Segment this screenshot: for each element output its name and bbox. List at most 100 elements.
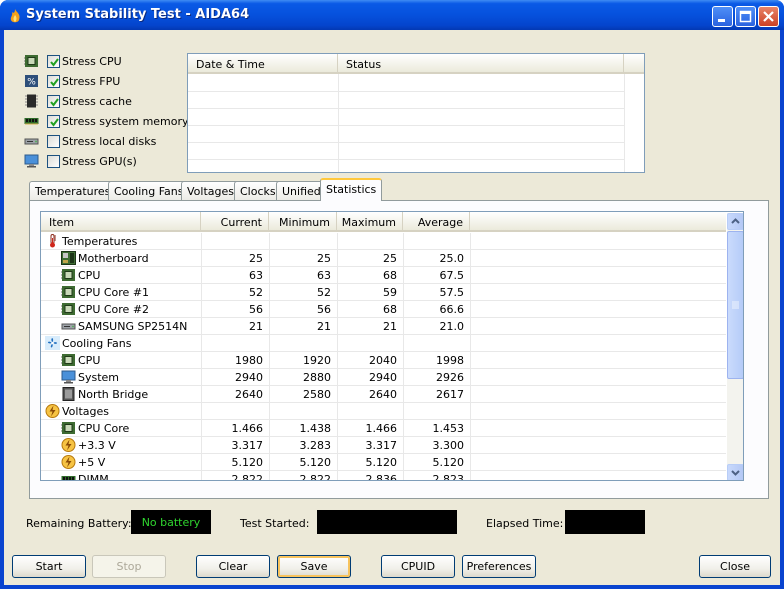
table-row[interactable]: North Bridge 2640 2580 2640 2617 [41, 386, 726, 403]
maximum-value: 21 [383, 320, 397, 333]
table-row[interactable]: +5 V 5.120 5.120 5.120 5.120 [41, 454, 726, 471]
average-value: 67.5 [439, 269, 465, 282]
clear-button[interactable]: Clear [196, 555, 270, 578]
table-row[interactable]: DIMM 2.822 2.822 2.836 2.823 [41, 471, 726, 481]
item-label: CPU Core #1 [78, 286, 150, 299]
elapsed-time-label: Elapsed Time: [486, 517, 564, 530]
scroll-down-button[interactable] [727, 464, 743, 480]
average-value: 2926 [436, 371, 464, 384]
minimize-button[interactable] [712, 6, 733, 27]
current-value: 56 [249, 303, 263, 316]
current-value: 1980 [235, 354, 263, 367]
cpu-chip-icon [61, 421, 76, 435]
app-window: System Stability Test - AIDA64 Stress CP… [0, 0, 784, 589]
cpu-chip-icon [61, 268, 76, 282]
start-button[interactable]: Start [12, 555, 86, 578]
stress-local-disks-checkbox[interactable] [47, 135, 60, 148]
item-label: +5 V [78, 456, 106, 469]
item-label: CPU [78, 354, 101, 367]
column-average[interactable]: Average [403, 212, 470, 231]
stress-cpu-checkbox[interactable] [47, 55, 60, 68]
voltage-icon [61, 438, 76, 452]
close-button[interactable]: Close [699, 555, 771, 578]
stress-cache-checkbox[interactable] [47, 95, 60, 108]
tab-cooling-fans[interactable]: Cooling Fans [108, 181, 190, 200]
column-maximum[interactable]: Maximum [337, 212, 403, 231]
current-value: 25 [249, 252, 263, 265]
average-value: 57.5 [439, 286, 465, 299]
cpu-chip-icon [61, 302, 76, 316]
minimize-icon [718, 19, 725, 22]
minimum-value: 52 [317, 286, 331, 299]
table-row[interactable]: System 2940 2880 2940 2926 [41, 369, 726, 386]
item-label: SAMSUNG SP2514N [78, 320, 188, 333]
disk-drive-icon [24, 134, 39, 148]
table-row[interactable]: CPU 63 63 68 67.5 [41, 267, 726, 284]
tab-statistics[interactable]: Statistics [320, 178, 383, 201]
tab-voltages[interactable]: Voltages [181, 181, 240, 200]
item-label: CPU Core #2 [78, 303, 150, 316]
current-value: 2940 [235, 371, 263, 384]
group-row[interactable]: Cooling Fans [41, 335, 726, 352]
column-minimum[interactable]: Minimum [269, 212, 337, 231]
average-value: 5.120 [432, 456, 465, 469]
stop-button[interactable]: Stop [92, 555, 166, 578]
average-value: 25.0 [439, 252, 465, 265]
chipset-icon [61, 387, 76, 401]
tab-temperatures[interactable]: Temperatures [29, 181, 117, 200]
tab-clocks[interactable]: Clocks [234, 181, 282, 200]
minimum-value: 5.120 [299, 456, 332, 469]
log-grid-line [624, 74, 625, 172]
table-row[interactable]: CPU Core #1 52 52 59 57.5 [41, 284, 726, 301]
column-item[interactable]: Item [41, 212, 201, 231]
item-label: CPU [78, 269, 101, 282]
log-grid-line [188, 108, 624, 109]
log-grid-line [188, 91, 624, 92]
log-column-status[interactable]: Status [338, 54, 624, 73]
stress-fpu-checkbox[interactable] [47, 75, 60, 88]
item-label: CPU Core [78, 422, 130, 435]
preferences-button[interactable]: Preferences [462, 555, 536, 578]
item-label: DIMM [78, 473, 109, 481]
log-grid-line [188, 125, 624, 126]
checkmark-icon [50, 58, 59, 67]
table-row[interactable]: +3.3 V 3.317 3.283 3.317 3.300 [41, 437, 726, 454]
cpu-chip-icon [61, 353, 76, 367]
test-started-value [317, 510, 457, 534]
maximize-button[interactable] [735, 6, 756, 27]
log-list[interactable]: Date & Time Status [187, 53, 645, 173]
average-value: 2617 [436, 388, 464, 401]
table-row[interactable]: CPU Core #2 56 56 68 66.6 [41, 301, 726, 318]
minimum-value: 56 [317, 303, 331, 316]
memory-module-icon [24, 114, 39, 128]
table-row[interactable]: Motherboard 25 25 25 25.0 [41, 250, 726, 267]
group-row[interactable]: Temperatures [41, 233, 726, 250]
maximum-value: 2040 [369, 354, 397, 367]
minimum-value: 1920 [303, 354, 331, 367]
table-row[interactable]: CPU Core 1.466 1.438 1.466 1.453 [41, 420, 726, 437]
table-row[interactable]: SAMSUNG SP2514N 21 21 21 21.0 [41, 318, 726, 335]
monitor-icon [61, 370, 76, 384]
stress-system-memory-checkbox[interactable] [47, 115, 60, 128]
monitor-icon [24, 154, 39, 168]
scroll-thumb[interactable] [727, 231, 743, 379]
stress-local-disks-label: Stress local disks [62, 135, 157, 148]
close-window-button[interactable] [758, 6, 779, 27]
column-current[interactable]: Current [201, 212, 269, 231]
stress-gpu-s-checkbox[interactable] [47, 155, 60, 168]
cpuid-button[interactable]: CPUID [381, 555, 455, 578]
save-button[interactable]: Save [277, 555, 351, 578]
title-bar[interactable]: System Stability Test - AIDA64 [0, 0, 784, 30]
checkmark-icon [50, 118, 59, 127]
current-value: 52 [249, 286, 263, 299]
table-row[interactable]: CPU 1980 1920 2040 1998 [41, 352, 726, 369]
elapsed-time-value [565, 510, 645, 534]
log-column-date-time[interactable]: Date & Time [188, 54, 338, 73]
minimum-value: 2580 [303, 388, 331, 401]
average-value: 2.823 [432, 473, 465, 481]
vertical-scrollbar[interactable] [727, 213, 743, 480]
statistics-list[interactable]: Item Current Minimum Maximum Average Tem… [40, 211, 744, 481]
svg-text:%: % [27, 78, 36, 88]
scroll-up-button[interactable] [727, 213, 743, 230]
group-row[interactable]: Voltages [41, 403, 726, 420]
